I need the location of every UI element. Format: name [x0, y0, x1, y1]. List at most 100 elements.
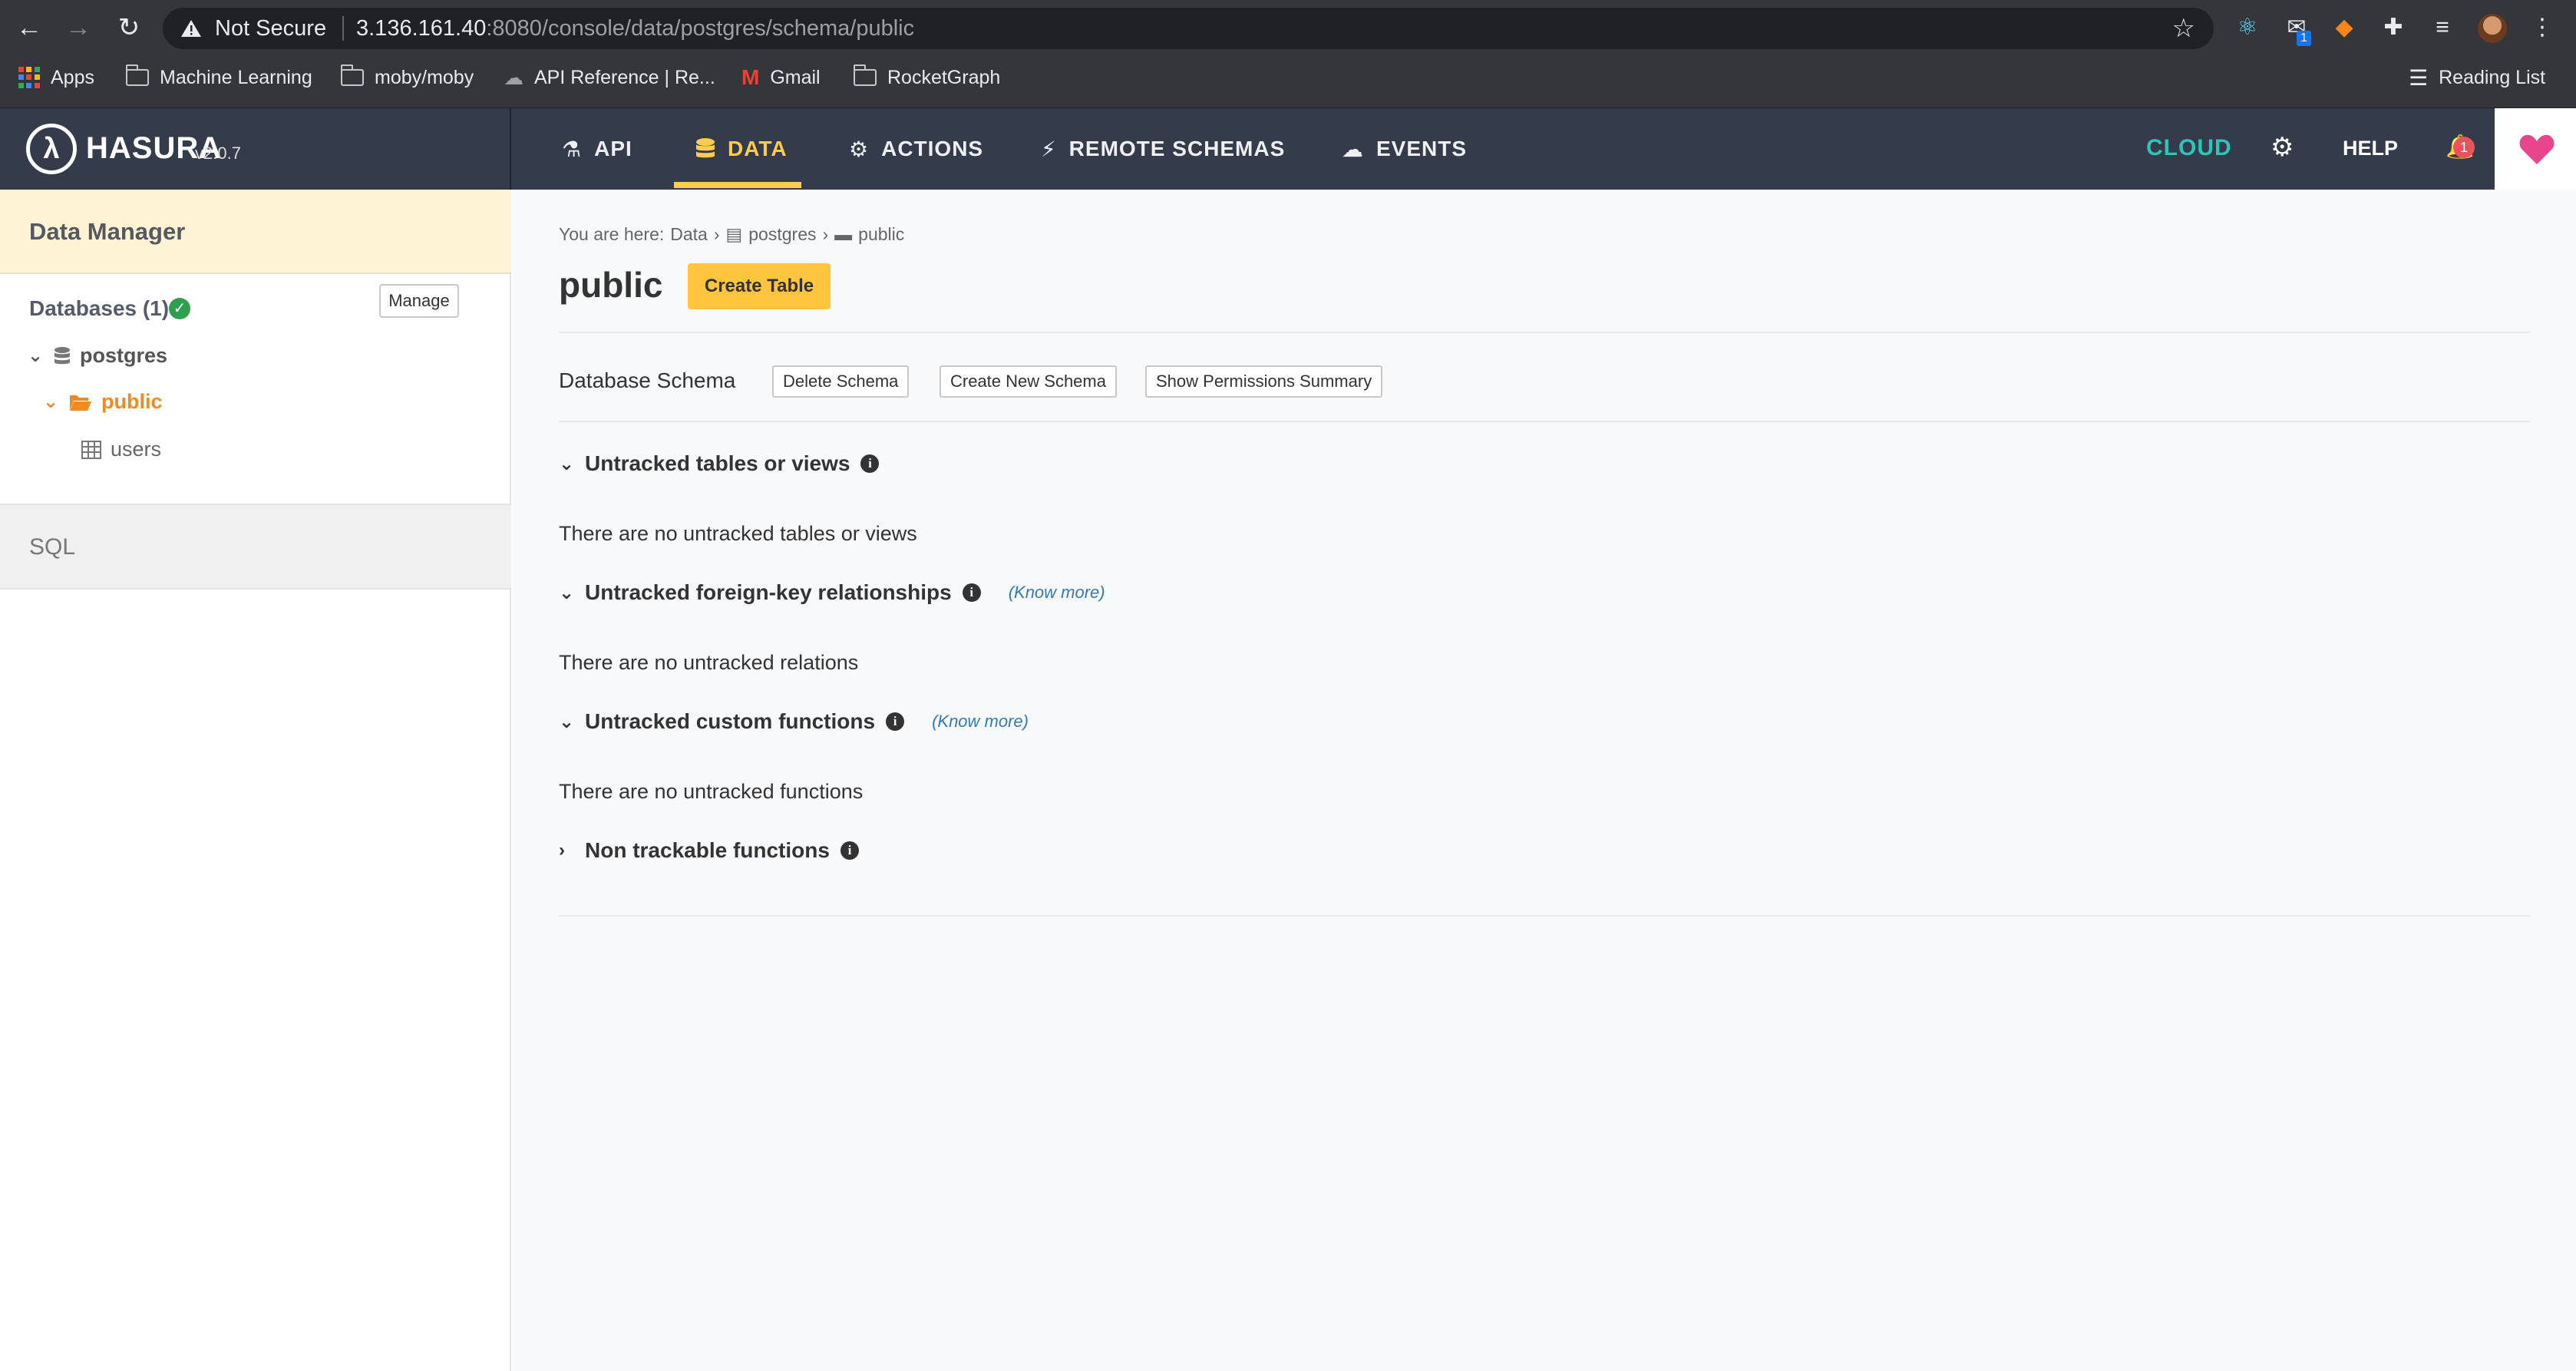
react-devtools-icon[interactable]: ⚛	[2234, 14, 2261, 41]
create-new-schema-button[interactable]: Create New Schema	[940, 365, 1117, 398]
database-icon	[54, 346, 70, 364]
cloud-logo-icon: ☁	[504, 65, 523, 89]
info-icon[interactable]: i	[962, 583, 981, 602]
extensions-puzzle-icon[interactable]: ✚	[2379, 14, 2407, 41]
section-untracked-functions[interactable]: ⌄ Untracked custom functions i (Know mor…	[559, 709, 1029, 734]
notification-count-badge: 1	[2453, 137, 2475, 158]
database-icon	[696, 138, 715, 158]
bookmark-machine-learning[interactable]: Machine Learning	[126, 64, 312, 89]
bookmark-star-icon[interactable]: ☆	[2172, 15, 2195, 41]
divider	[559, 915, 2530, 917]
back-arrow-icon[interactable]: ←	[12, 11, 46, 45]
extension-badge: 1	[2297, 31, 2311, 46]
know-more-link[interactable]: (Know more)	[1009, 583, 1105, 603]
bookmark-gmail[interactable]: M Gmail	[741, 65, 821, 89]
breadcrumb-prefix: You are here:	[559, 224, 665, 244]
manage-button[interactable]: Manage	[379, 284, 459, 318]
tab-actions[interactable]: ⚙ ACTIONS	[849, 108, 983, 190]
help-link[interactable]: HELP	[2343, 137, 2398, 160]
schema-name: public	[101, 390, 163, 413]
table-name: users	[111, 438, 162, 461]
section-title: Untracked custom functions	[585, 709, 876, 733]
bookmark-rocketgraph[interactable]: RocketGraph	[854, 64, 1001, 89]
metamask-icon[interactable]: ◆	[2330, 14, 2358, 41]
database-schema-label: Database Schema	[559, 368, 736, 392]
breadcrumb-separator-icon: ›	[822, 224, 829, 244]
media-queue-icon[interactable]: ≡	[2429, 14, 2456, 41]
check-circle-icon: ✓	[169, 298, 190, 319]
section-untracked-tables[interactable]: ⌄ Untracked tables or views i	[559, 451, 880, 476]
reading-list-label: Reading List	[2439, 66, 2546, 88]
bookmark-label: RocketGraph	[887, 66, 1001, 88]
database-small-icon: ▤	[725, 224, 743, 244]
folder-small-icon: ▬	[834, 224, 853, 244]
tab-api[interactable]: ⚗ API	[562, 108, 632, 190]
reload-icon[interactable]: ↻	[112, 11, 146, 45]
show-permissions-summary-button[interactable]: Show Permissions Summary	[1145, 365, 1383, 398]
reading-list[interactable]: ☰ Reading List	[2409, 65, 2546, 90]
breadcrumb: You are here: Data › ▤ postgres › ▬ publ…	[559, 224, 904, 245]
tree-item-users[interactable]: users	[81, 438, 161, 461]
bookmark-label: Machine Learning	[160, 66, 312, 88]
heart-icon[interactable]	[2518, 132, 2555, 166]
section-title: Non trackable functions	[585, 838, 830, 862]
url-text[interactable]: 3.136.161.40:8080/console/data/postgres/…	[356, 17, 914, 40]
version-label: v2.0.7	[195, 144, 241, 163]
folder-icon	[126, 64, 149, 86]
info-icon[interactable]: i	[860, 454, 880, 473]
menu-kebab-icon[interactable]: ⋮	[2528, 14, 2556, 41]
info-icon[interactable]: i	[886, 712, 905, 731]
divider	[559, 421, 2530, 422]
chevron-right-icon: ›	[559, 840, 565, 861]
page-title: public	[559, 265, 663, 305]
security-label[interactable]: Not Secure	[215, 17, 326, 40]
forward-arrow-icon[interactable]: →	[61, 11, 95, 45]
omnibox-divider	[342, 16, 344, 41]
chevron-down-icon: ⌄	[28, 345, 44, 366]
section-non-trackable-functions[interactable]: › Non trackable functions i	[559, 838, 859, 863]
warning-icon	[181, 20, 201, 37]
bookmark-moby[interactable]: moby/moby	[341, 64, 474, 89]
folder-open-icon	[70, 395, 91, 411]
bookmark-label: moby/moby	[375, 66, 474, 88]
bookmark-apps[interactable]: Apps	[18, 66, 94, 89]
databases-heading: Databases (1)	[29, 296, 170, 320]
data-manager-title: Data Manager	[29, 218, 186, 245]
sql-label[interactable]: SQL	[29, 534, 75, 560]
chevron-down-icon: ⌄	[559, 582, 575, 603]
tab-remote-schemas[interactable]: ⚡ REMOTE SCHEMAS	[1041, 108, 1285, 190]
breadcrumb-data[interactable]: Data	[670, 224, 708, 245]
empty-state-text: There are no untracked tables or views	[559, 522, 917, 545]
chevron-down-icon: ⌄	[43, 391, 59, 412]
create-table-button[interactable]: Create Table	[688, 263, 831, 309]
section-untracked-relationships[interactable]: ⌄ Untracked foreign-key relationships i …	[559, 580, 1105, 605]
divider	[559, 332, 2530, 333]
delete-schema-button[interactable]: Delete Schema	[772, 365, 910, 398]
profile-avatar[interactable]	[2478, 14, 2507, 43]
know-more-link[interactable]: (Know more)	[932, 712, 1029, 732]
active-tab-indicator	[674, 182, 801, 188]
info-icon[interactable]: i	[840, 841, 859, 860]
tree-item-postgres[interactable]: ⌄ postgres	[28, 344, 167, 368]
empty-state-text: There are no untracked functions	[559, 780, 864, 803]
tree-item-public[interactable]: ⌄ public	[43, 390, 163, 414]
bookmark-api-reference[interactable]: ☁ API Reference | Re...	[504, 66, 715, 89]
breadcrumb-public[interactable]: public	[858, 224, 904, 245]
address-bar[interactable]: Not Secure 3.136.161.40:8080/console/dat…	[163, 8, 2214, 49]
tab-data[interactable]: DATA	[695, 108, 788, 190]
section-title: Untracked foreign-key relationships	[585, 580, 952, 604]
reading-list-icon: ☰	[2409, 65, 2429, 90]
plug-icon: ⚡	[1041, 137, 1057, 161]
breadcrumb-postgres[interactable]: postgres	[748, 224, 816, 245]
cloud-link[interactable]: CLOUD	[2146, 135, 2232, 161]
settings-gear-icon[interactable]: ⚙	[2271, 132, 2294, 163]
hasura-logo-icon: λ	[26, 124, 77, 174]
tab-label: EVENTS	[1376, 137, 1468, 160]
tab-label: REMOTE SCHEMAS	[1068, 137, 1286, 160]
brand-block[interactable]: λ HASURA v2.0.7	[0, 108, 511, 190]
tab-events[interactable]: ☁ EVENTS	[1342, 108, 1467, 190]
sql-nav-item[interactable]	[0, 504, 511, 590]
folder-icon	[341, 64, 364, 86]
bookmark-label: API Reference | Re...	[534, 66, 715, 88]
cogs-icon: ⚙	[849, 137, 870, 161]
